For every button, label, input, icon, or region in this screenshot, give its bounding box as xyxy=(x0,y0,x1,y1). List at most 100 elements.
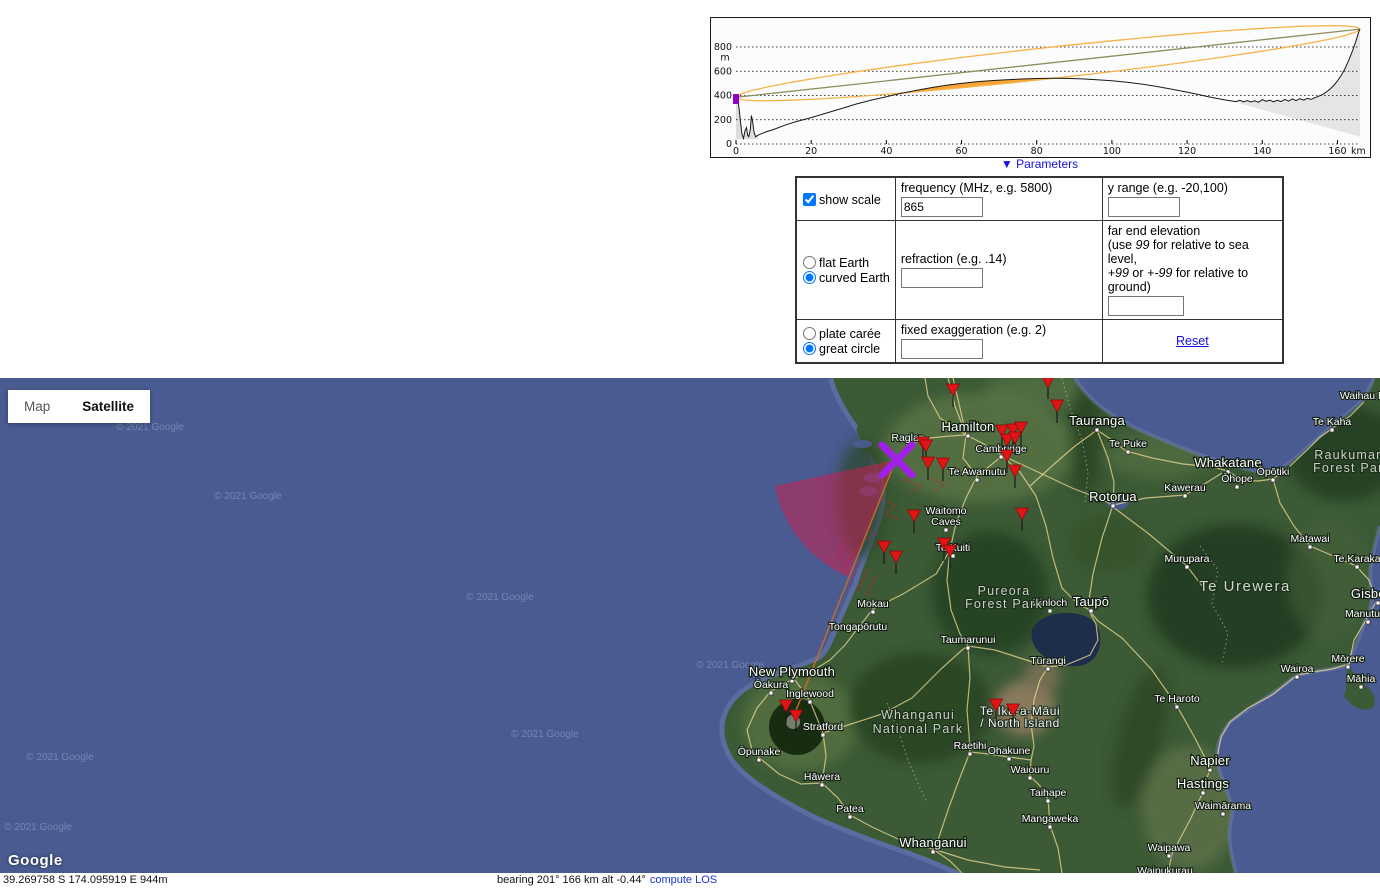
chart-start-marker xyxy=(733,94,739,104)
svg-text:120: 120 xyxy=(1178,146,1196,157)
svg-text:Hastings: Hastings xyxy=(1177,776,1229,791)
map-label: Forest Park xyxy=(1313,461,1380,475)
map-watermark: © 2021 Google xyxy=(4,822,72,833)
svg-text:Taupō: Taupō xyxy=(1073,594,1109,609)
great-circle-radio[interactable] xyxy=(803,342,816,355)
frequency-input[interactable] xyxy=(901,197,983,217)
refraction-label: refraction (e.g. .14) xyxy=(901,252,1097,266)
parameters-toggle-link[interactable]: ▼ Parameters xyxy=(795,157,1284,171)
google-logo: Google xyxy=(8,852,63,869)
map-label: Tongapōrutu xyxy=(829,621,888,633)
map-watermark: © 2021 Google xyxy=(26,752,94,763)
reset-link[interactable]: Reset xyxy=(1176,334,1209,348)
svg-text:Te Urewera: Te Urewera xyxy=(1199,578,1291,595)
svg-text:Tūrangi: Tūrangi xyxy=(1030,655,1066,667)
cursor-coordinates: 39.269758 S 174.095919 E 944m xyxy=(3,873,168,888)
svg-text:Hamilton: Hamilton xyxy=(942,419,995,434)
svg-text:Wairoa: Wairoa xyxy=(1281,663,1314,675)
svg-text:Rotorua: Rotorua xyxy=(1089,489,1137,504)
svg-text:Pureora: Pureora xyxy=(978,584,1031,598)
svg-text:400: 400 xyxy=(714,91,732,102)
plate-caree-radio[interactable] xyxy=(803,327,816,340)
svg-text:Forest Park: Forest Park xyxy=(965,597,1043,611)
svg-text:Ōpunake: Ōpunake xyxy=(738,746,781,758)
y-range-label: y range (e.g. -20,100) xyxy=(1108,181,1228,195)
map-label: Waihau Bay xyxy=(1340,390,1380,402)
svg-text:Cambridge: Cambridge xyxy=(975,443,1027,455)
map-label: Te Urewera xyxy=(1199,578,1291,595)
svg-text:Patea: Patea xyxy=(836,803,864,815)
chart-series-line-of-sight xyxy=(736,29,1360,97)
map-type-satellite-button[interactable]: Satellite xyxy=(66,390,150,423)
svg-text:20: 20 xyxy=(805,146,817,157)
far-end-elevation-input[interactable] xyxy=(1108,296,1184,316)
svg-text:Waimārama: Waimārama xyxy=(1195,800,1251,812)
svg-text:40: 40 xyxy=(880,146,892,157)
map-type-map-button[interactable]: Map xyxy=(8,390,66,423)
status-bar: 39.269758 S 174.095919 E 944m bearing 20… xyxy=(0,873,1380,888)
svg-text:Ōhope: Ōhope xyxy=(1221,473,1253,485)
show-scale-option[interactable]: show scale xyxy=(802,192,890,207)
refraction-input[interactable] xyxy=(901,268,983,288)
svg-text:New Plymouth: New Plymouth xyxy=(749,664,835,679)
curved-earth-option[interactable]: curved Earth xyxy=(802,270,890,285)
map-label: Raukumara xyxy=(1314,448,1380,462)
bearing-readout: bearing 201° 166 km alt -0.44° xyxy=(497,874,646,886)
svg-text:National Park: National Park xyxy=(873,722,964,736)
svg-text:Waipukurau: Waipukurau xyxy=(1137,865,1193,873)
svg-text:Te Karaka: Te Karaka xyxy=(1333,553,1380,565)
svg-text:Matawai: Matawai xyxy=(1290,533,1329,545)
curved-earth-radio[interactable] xyxy=(803,271,816,284)
svg-text:Raukumara: Raukumara xyxy=(1314,448,1380,462)
svg-text:Ohakune: Ohakune xyxy=(988,745,1031,757)
map-canvas[interactable]: © 2021 Google © 2021 Google © 2021 Google ©… xyxy=(0,378,1380,873)
map-label: Whanganui xyxy=(881,708,955,722)
flat-earth-radio[interactable] xyxy=(803,256,816,269)
svg-text:0: 0 xyxy=(733,146,739,157)
svg-text:Gisborne: Gisborne xyxy=(1351,586,1380,601)
great-circle-option[interactable]: great circle xyxy=(802,341,890,356)
svg-text:140: 140 xyxy=(1253,146,1271,157)
svg-text:Inglewood: Inglewood xyxy=(786,688,834,700)
compute-los-link[interactable]: compute LOS xyxy=(650,874,717,886)
svg-text:600: 600 xyxy=(714,66,732,77)
show-scale-label: show scale xyxy=(819,193,881,207)
svg-text:Waiouru: Waiouru xyxy=(1011,764,1050,776)
page: 0200400600800m020406080100120140160km ▼ … xyxy=(0,0,1380,888)
svg-text:Napier: Napier xyxy=(1190,753,1230,768)
svg-text:Murupara: Murupara xyxy=(1165,553,1210,565)
plate-caree-option[interactable]: plate carée xyxy=(802,326,890,341)
y-range-input[interactable] xyxy=(1108,197,1180,217)
svg-text:Stratford: Stratford xyxy=(803,721,843,733)
svg-text:80: 80 xyxy=(1031,146,1043,157)
fixed-exaggeration-label: fixed exaggeration (e.g. 2) xyxy=(901,323,1046,337)
svg-text:Taihape: Taihape xyxy=(1030,787,1067,799)
svg-text:Tongapōrutu: Tongapōrutu xyxy=(829,621,888,633)
svg-text:Kawerau: Kawerau xyxy=(1164,482,1206,494)
parameters-table: show scale frequency (MHz, e.g. 5800) y … xyxy=(795,176,1284,364)
svg-text:160: 160 xyxy=(1328,146,1346,157)
svg-text:Waihau Bay: Waihau Bay xyxy=(1340,390,1380,402)
map-label: / North Island xyxy=(980,716,1060,730)
svg-text:Te Kaha: Te Kaha xyxy=(1313,416,1352,428)
map-watermark: © 2021 Google xyxy=(116,422,184,433)
elevation-profile-chart: 0200400600800m020406080100120140160km xyxy=(711,18,1370,157)
show-scale-checkbox[interactable] xyxy=(803,193,816,206)
map-watermark: © 2021 Google xyxy=(511,729,579,740)
svg-text:Whanganui: Whanganui xyxy=(881,708,955,722)
svg-text:Caves: Caves xyxy=(931,516,961,528)
svg-text:Whanganui: Whanganui xyxy=(899,835,967,850)
svg-text:Ōpōtiki: Ōpōtiki xyxy=(1257,466,1290,478)
svg-text:Tauranga: Tauranga xyxy=(1069,413,1125,428)
svg-text:Mōrere: Mōrere xyxy=(1331,653,1364,665)
satellite-map[interactable]: © 2021 Google © 2021 Google © 2021 Google ©… xyxy=(0,378,1380,873)
svg-text:60: 60 xyxy=(955,146,967,157)
svg-text:/ North Island: / North Island xyxy=(980,716,1060,730)
svg-text:Taumarunui: Taumarunui xyxy=(941,634,996,646)
fixed-exaggeration-input[interactable] xyxy=(901,339,983,359)
svg-text:200: 200 xyxy=(714,115,732,126)
svg-text:km: km xyxy=(1351,146,1366,157)
flat-earth-option[interactable]: flat Earth xyxy=(802,255,890,270)
map-label: Waipukurau xyxy=(1137,865,1193,873)
svg-text:Ōakura: Ōakura xyxy=(754,679,789,691)
